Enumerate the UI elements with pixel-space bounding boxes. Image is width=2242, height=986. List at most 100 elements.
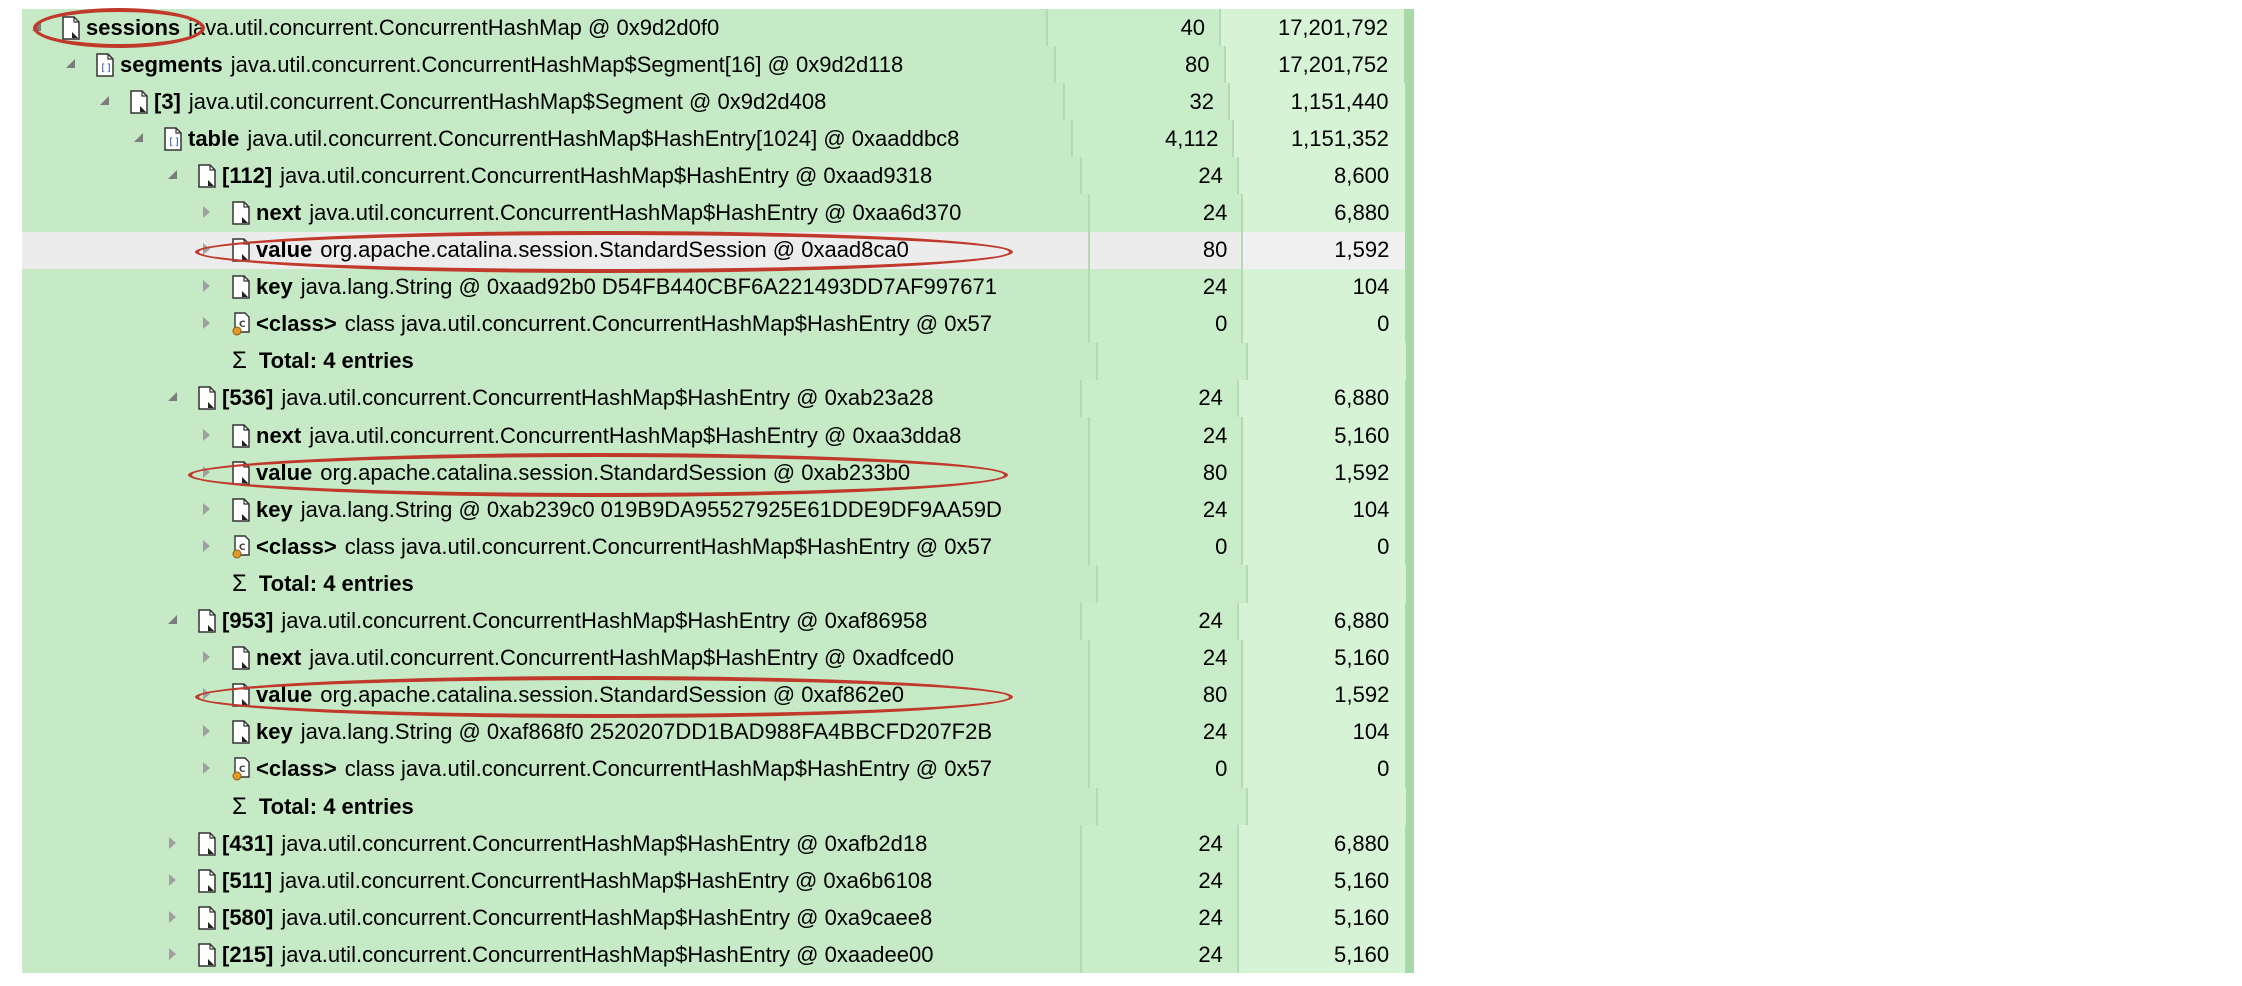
object-description: java.util.concurrent.ConcurrentHashMap$S… [188,88,827,114]
shallow-heap-cell: 24 [1079,825,1237,863]
retained-heap-cell: 1,151,352 [1232,120,1405,158]
retained-heap-cell: 1,592 [1241,231,1406,269]
tree-row-key[interactable]: key java.lang.String @ 0xaf868f0 2520207… [22,713,1415,751]
field-name: [215] [222,941,274,967]
retained-heap-cell: 5,160 [1236,936,1406,974]
object-icon [232,646,250,670]
retained-heap-cell [1245,342,1406,380]
expand-toggle-icon[interactable] [166,836,180,851]
field-name: [112] [222,162,273,188]
tree-row-total: Σ Total: 4 entries [22,342,1414,380]
retained-heap-cell: 1,592 [1241,454,1406,492]
expand-toggle-icon[interactable] [200,762,214,776]
retained-heap-cell: 5,160 [1241,639,1406,677]
expand-toggle-icon[interactable] [200,502,214,517]
tree-row-class[interactable]: C <class> class java.util.concurrent.Con… [22,305,1415,343]
object-description: org.apache.catalina.session.StandardSess… [320,237,909,263]
tree-row-class[interactable]: C <class> class java.util.concurrent.Con… [22,528,1415,566]
object-description: class java.util.concurrent.ConcurrentHas… [344,533,992,559]
object-description: java.lang.String @ 0xaad92b0 D54FB440CBF… [300,274,997,300]
field-name: <class> [256,533,337,559]
shallow-heap-cell: 24 [1088,713,1242,751]
shallow-heap-cell: 24 [1079,602,1237,640]
shallow-heap-cell: 0 [1088,305,1242,343]
tree-row-key[interactable]: key java.lang.String @ 0xab239c0 019B9DA… [22,491,1415,529]
tree-row-key[interactable]: key java.lang.String @ 0xaad92b0 D54FB44… [22,268,1415,306]
collapse-toggle-icon[interactable] [64,58,78,72]
tree-row-value[interactable]: value org.apache.catalina.session.Standa… [22,454,1415,492]
object-icon [232,720,250,745]
field-name: <class> [256,311,337,337]
field-name: value [256,682,313,708]
object-description: org.apache.catalina.session.StandardSess… [320,459,911,485]
tree-row-next[interactable]: next java.util.concurrent.ConcurrentHash… [22,417,1415,455]
shallow-heap-cell [1095,342,1246,380]
total-label: Total: 4 entries [258,348,414,374]
tree-row-next[interactable]: next java.util.concurrent.ConcurrentHash… [22,639,1415,677]
tree-row-table[interactable]: [] table java.util.concurrent.Concurrent… [22,120,1414,158]
object-icon [198,609,216,633]
tree-row-entry-511[interactable]: [511] java.util.concurrent.ConcurrentHas… [22,862,1414,900]
object-icon [232,238,250,262]
object-icon [198,943,216,967]
retained-heap-cell: 104 [1241,713,1406,751]
object-description: java.util.concurrent.ConcurrentHashMap$H… [281,608,928,634]
expand-toggle-icon[interactable] [200,651,214,665]
expand-toggle-icon[interactable] [200,725,214,739]
field-name: next [256,200,302,226]
collapse-toggle-icon[interactable] [30,21,44,35]
field-name: value [256,459,313,485]
sigma-icon: Σ [232,792,247,820]
tree-row-next[interactable]: next java.util.concurrent.ConcurrentHash… [22,194,1415,232]
shallow-heap-cell: 80 [1088,231,1242,269]
expand-toggle-icon[interactable] [200,465,214,480]
object-description: java.util.concurrent.ConcurrentHashMap @… [188,14,720,40]
collapse-toggle-icon[interactable] [166,391,180,405]
expand-toggle-icon[interactable] [166,910,180,925]
expand-toggle-icon[interactable] [200,428,214,443]
expand-toggle-icon[interactable] [200,539,214,554]
svg-text:[]: [] [168,137,180,148]
retained-heap-cell: 6,880 [1236,825,1406,863]
retained-heap-cell: 104 [1241,268,1406,306]
tree-row-value[interactable]: value org.apache.catalina.session.Standa… [22,676,1415,714]
expand-toggle-icon[interactable] [200,317,214,331]
expand-toggle-icon[interactable] [200,206,214,220]
tree-row-entry-953[interactable]: [953] java.util.concurrent.ConcurrentHas… [22,602,1414,640]
retained-heap-cell: 0 [1241,528,1406,566]
collapse-toggle-icon[interactable] [166,614,180,628]
tree-row-entry-580[interactable]: [580] java.util.concurrent.ConcurrentHas… [22,899,1414,937]
collapse-toggle-icon[interactable] [98,95,112,109]
shallow-heap-cell: 24 [1088,194,1242,232]
expand-toggle-icon[interactable] [166,873,180,888]
object-description: java.util.concurrent.ConcurrentHashMap$H… [281,830,928,856]
object-icon [198,831,216,856]
object-icon [232,275,250,299]
expand-toggle-icon[interactable] [200,280,214,294]
collapse-toggle-icon[interactable] [132,132,146,146]
collapse-toggle-icon[interactable] [166,169,180,183]
tree-row-entry-215[interactable]: [215] java.util.concurrent.ConcurrentHas… [22,936,1414,974]
tree-row-segments[interactable]: [] segments java.util.concurrent.Concurr… [22,46,1414,84]
tree-row-entry-112[interactable]: [112] java.util.concurrent.ConcurrentHas… [22,157,1414,195]
tree-row-entry-431[interactable]: [431] java.util.concurrent.ConcurrentHas… [22,825,1414,863]
tree-row-value-selected[interactable]: value org.apache.catalina.session.Standa… [22,231,1415,269]
field-name: key [256,274,293,300]
tree-row-sessions[interactable]: sessions java.util.concurrent.Concurrent… [22,9,1414,47]
expand-toggle-icon[interactable] [200,243,214,257]
tree-row-entry-536[interactable]: [536] java.util.concurrent.ConcurrentHas… [22,379,1414,418]
object-icon [232,683,250,707]
tree-row-class[interactable]: C <class> class java.util.concurrent.Con… [22,750,1415,788]
shallow-heap-cell: 4,112 [1071,120,1233,158]
object-description: java.util.concurrent.ConcurrentHashMap$H… [280,162,933,188]
field-name: segments [120,51,223,77]
field-name: next [256,422,302,448]
sigma-icon: Σ [232,569,247,597]
shallow-heap-cell: 24 [1079,379,1237,418]
retained-heap-cell: 1,151,440 [1227,83,1405,121]
expand-toggle-icon[interactable] [200,688,214,702]
shallow-heap-cell: 24 [1079,899,1237,937]
expand-toggle-icon[interactable] [166,947,180,962]
retained-heap-cell: 6,880 [1236,379,1406,418]
tree-row-segment-3[interactable]: [3] java.util.concurrent.ConcurrentHashM… [22,83,1414,121]
